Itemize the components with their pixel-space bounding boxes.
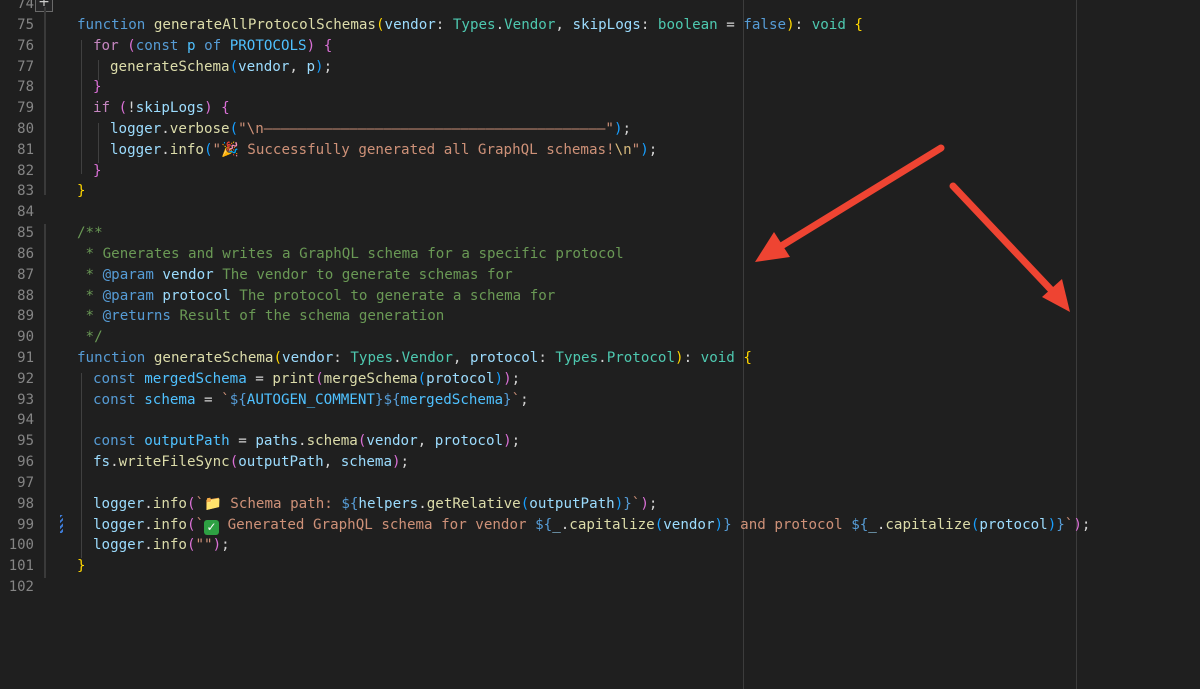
annotation-arrows xyxy=(755,144,1070,312)
arrow-left-pointer xyxy=(755,144,945,262)
code-editor[interactable]: + 74 75 76 77 78 79 80 81 82 83 84 85 86 87 88 89 90 91 92… xyxy=(0,0,1200,689)
arrow-right-pointer xyxy=(949,182,1070,312)
